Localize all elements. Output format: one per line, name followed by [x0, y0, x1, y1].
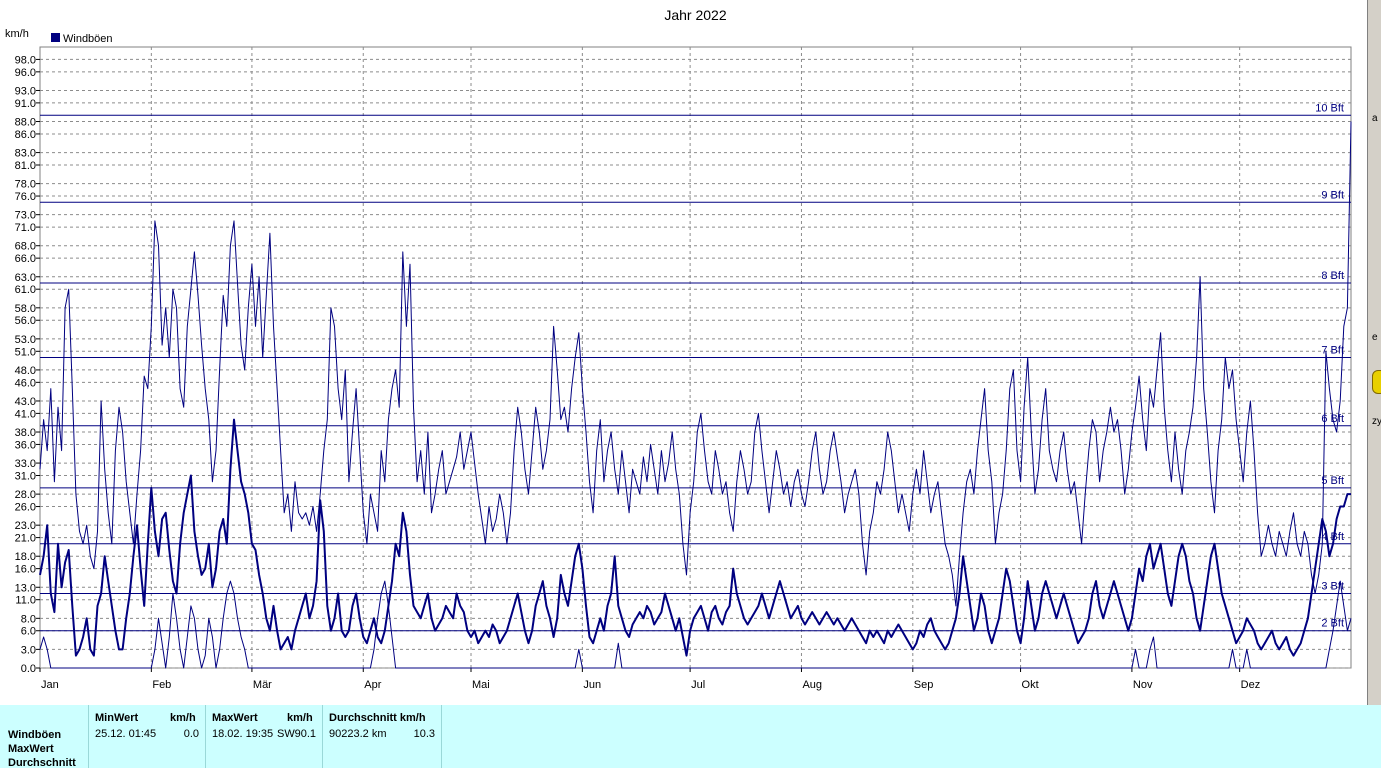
y-tick-label: 18.0	[15, 551, 36, 563]
strip-fragment: zy	[1372, 416, 1381, 427]
y-tick-label: 13.0	[15, 582, 36, 594]
stats-divider	[441, 705, 443, 768]
y-tick-label: 93.0	[15, 85, 36, 97]
wind-gust-chart: 0.0 3.0 6.08.0 11.013.0 16.018.0 21.023.0 26.0…	[5, 7, 1352, 691]
max-date: 18.02. 19:35	[212, 728, 274, 740]
stats-row-label: MaxWert	[8, 743, 54, 755]
y-tick-label: 33.0	[15, 458, 36, 470]
x-tick-label: Sep	[914, 679, 934, 691]
y-tick-label: 73.0	[15, 210, 36, 222]
y-tick-label: 53.0	[15, 334, 36, 346]
min-date: 25.12. 01:45	[95, 728, 157, 740]
strip-fragment: a	[1372, 113, 1378, 124]
y-tick-label: 3.0	[21, 644, 36, 656]
y-tick-label: 26.0	[15, 502, 36, 514]
y-tick-label: 63.0	[15, 272, 36, 284]
y-tick-label: 71.0	[15, 222, 36, 234]
y-tick-label: 23.0	[15, 520, 36, 532]
y-tick-label: 81.0	[15, 160, 36, 172]
beaufort-label: 9 Bft	[1321, 189, 1344, 201]
y-tick-label: 98.0	[15, 54, 36, 66]
x-tick-label: Apr	[364, 679, 381, 691]
x-tick-label: Jan	[41, 679, 59, 691]
beaufort-label: 2 Bft	[1321, 618, 1344, 630]
stats-panel: Windböen MaxWert Durchschnitt MinWert km…	[0, 705, 1381, 768]
min-header: MinWert	[95, 712, 139, 724]
y-tick-label: 0.0	[21, 663, 36, 675]
y-tick-label: 28.0	[15, 489, 36, 501]
stats-col-max: MaxWert km/h 18.02. 19:35 SW 90.1	[205, 705, 322, 768]
x-tick-label: Dez	[1241, 679, 1261, 691]
beaufort-label: 5 Bft	[1321, 475, 1344, 487]
y-tick-label: 38.0	[15, 427, 36, 439]
y-tick-label: 36.0	[15, 439, 36, 451]
y-tick-label: 46.0	[15, 377, 36, 389]
y-tick-label: 58.0	[15, 303, 36, 315]
stats-row-label: Windböen	[8, 729, 62, 741]
beaufort-label: 10 Bft	[1315, 102, 1344, 114]
avg-distance: 90223.2 km	[329, 728, 387, 740]
x-tick-label: Mär	[253, 679, 272, 691]
y-tick-label: 76.0	[15, 191, 36, 203]
strip-fragment: e	[1372, 332, 1378, 343]
stats-col-min: MinWert km/h 25.12. 01:45 0.0	[88, 705, 205, 768]
x-tick-label: Mai	[472, 679, 490, 691]
min-value: 0.0	[183, 728, 199, 740]
y-tick-label: 48.0	[15, 365, 36, 377]
avg-header: Durchschnitt km/h	[329, 712, 426, 724]
chart-area: 0.0 3.0 6.0 8.0 11.0 13.0 16.0 18.0 21.0 23.0 26.0…	[0, 0, 1381, 705]
legend-label: Windböen	[63, 33, 113, 45]
y-axis-unit: km/h	[5, 28, 29, 40]
y-tick-label: 61.0	[15, 284, 36, 296]
yellow-blob-icon	[1372, 370, 1381, 394]
y-tick-label: 66.0	[15, 253, 36, 265]
y-tick-label: 31.0	[15, 470, 36, 482]
y-tick-label: 16.0	[15, 564, 36, 576]
min-unit: km/h	[170, 712, 196, 724]
x-tick-label: Jul	[691, 679, 705, 691]
chart-title: Jahr 2022	[664, 7, 726, 23]
max-direction: SW	[277, 728, 295, 740]
y-tick-label: 86.0	[15, 129, 36, 141]
max-unit: km/h	[287, 712, 313, 724]
y-tick-label: 83.0	[15, 148, 36, 160]
x-tick-label: Jun	[583, 679, 601, 691]
y-tick-label: 6.0	[21, 626, 36, 638]
y-tick-label: 8.0	[21, 613, 36, 625]
y-tick-label: 56.0	[15, 315, 36, 327]
beaufort-label: 8 Bft	[1321, 270, 1344, 282]
stats-col-avg: Durchschnitt km/h 90223.2 km 10.3	[322, 705, 441, 768]
x-tick-label: Okt	[1022, 679, 1039, 691]
x-tick-label: Feb	[152, 679, 171, 691]
y-tick-label: 51.0	[15, 346, 36, 358]
y-tick-label: 21.0	[15, 533, 36, 545]
beaufort-label: 7 Bft	[1321, 345, 1344, 357]
x-tick-label: Nov	[1133, 679, 1153, 691]
y-tick-label: 88.0	[15, 117, 36, 129]
y-tick-label: 68.0	[15, 241, 36, 253]
legend-swatch	[51, 33, 60, 42]
y-tick-label: 41.0	[15, 408, 36, 420]
avg-value: 10.3	[413, 728, 435, 740]
right-edge-strip: a e zy	[1367, 0, 1381, 705]
y-tick-label: 43.0	[15, 396, 36, 408]
y-tick-label: 96.0	[15, 67, 36, 79]
y-tick-label: 78.0	[15, 179, 36, 191]
y-tick-label: 91.0	[15, 98, 36, 110]
x-tick-label: Aug	[802, 679, 822, 691]
max-header: MaxWert	[212, 712, 258, 724]
max-value: 90.1	[294, 728, 316, 740]
y-tick-label: 11.0	[15, 595, 36, 607]
stats-row-label: Durchschnitt	[8, 757, 76, 768]
